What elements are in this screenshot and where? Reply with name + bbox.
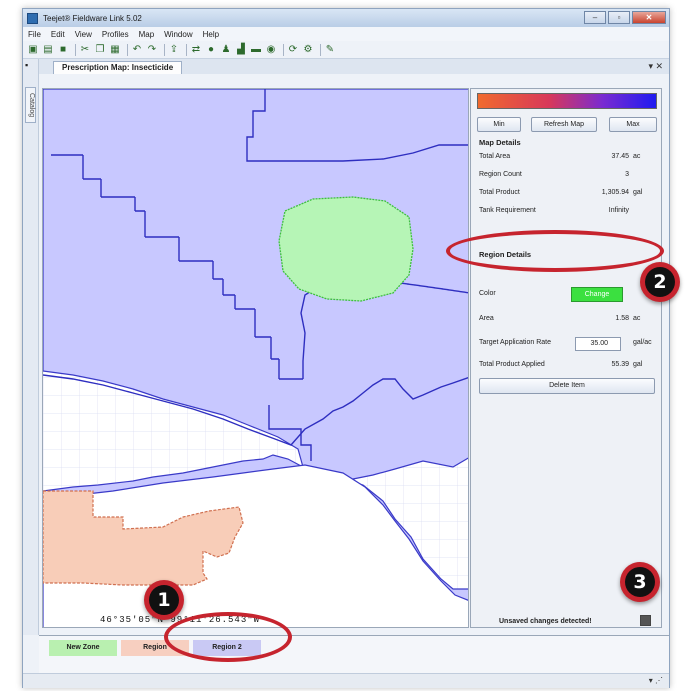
callout-ring-region-details — [446, 230, 664, 272]
row-label: Region Count — [479, 171, 522, 178]
row-tank-requirement: Tank Requirement Infinity — [479, 207, 655, 219]
row-label: Color — [479, 290, 496, 297]
callout-ring-region-2 — [164, 612, 292, 662]
row-label: Target Application Rate — [479, 339, 551, 346]
minimize-button[interactable]: – — [584, 11, 606, 24]
row-unit: gal — [633, 189, 643, 196]
menu-file[interactable]: File — [23, 30, 46, 39]
status-dropdown[interactable]: ▾ ⋰ — [649, 676, 663, 685]
row-value: 3 — [625, 171, 629, 178]
record-icon[interactable]: ◉ — [265, 44, 277, 56]
save-changes-icon[interactable] — [640, 615, 651, 626]
copy-icon[interactable]: ❐ — [94, 44, 106, 56]
chart-icon[interactable]: ▟ — [235, 44, 247, 56]
change-color-button[interactable]: Change — [571, 287, 623, 302]
toolbar-separator — [164, 43, 165, 56]
row-unit: ac — [633, 315, 641, 322]
delete-item-button[interactable]: Delete Item — [479, 378, 655, 394]
row-target-rate: Target Application Rate gal/ac — [479, 339, 655, 351]
catalog-icon[interactable]: ▪ — [25, 61, 36, 70]
details-panel: Min Refresh Map Max Map Details Total Ar… — [470, 88, 662, 628]
unsaved-changes-text: Unsaved changes detected! — [499, 618, 592, 625]
tab-prescription-map[interactable]: Prescription Map: Insecticide — [53, 61, 183, 74]
sync-icon[interactable]: ⟳ — [287, 44, 299, 56]
window-controls: – ▫ ✕ — [584, 11, 666, 24]
row-area: Area 1.58 ac — [479, 315, 655, 327]
export-icon[interactable]: ⇪ — [168, 44, 180, 56]
maximize-button[interactable]: ▫ — [608, 11, 630, 24]
title-bar: Teejet® Fieldware Link 5.02 – ▫ ✕ — [23, 9, 669, 27]
toolbar-separator — [186, 43, 187, 56]
menu-view[interactable]: View — [70, 30, 97, 39]
paste-icon[interactable]: ▦ — [109, 44, 121, 56]
refresh-map-button[interactable]: Refresh Map — [531, 117, 597, 132]
toolbar: ▣ ▤ ■ ✂ ❐ ▦ ↶ ↷ ⇪ ⇄ ● ♟ ▟ ▬ ◉ ⟳ ⚙ ✎ — [23, 41, 669, 59]
app-logo-icon — [27, 12, 38, 24]
callout-badge-1: 1 — [144, 580, 184, 620]
menu-map[interactable]: Map — [134, 30, 160, 39]
close-button[interactable]: ✕ — [632, 11, 666, 24]
open-icon[interactable]: ▤ — [42, 44, 54, 56]
zone-green-region[interactable] — [278, 196, 414, 302]
row-value: 1.58 — [615, 315, 629, 322]
menu-bar: File Edit View Profiles Map Window Help — [23, 27, 669, 41]
row-label: Total Product — [479, 189, 520, 196]
row-label: Area — [479, 315, 494, 322]
max-button[interactable]: Max — [609, 117, 657, 132]
row-unit: gal — [633, 361, 643, 368]
toolbar-separator — [75, 43, 76, 56]
row-unit: ac — [633, 153, 641, 160]
menu-window[interactable]: Window — [159, 30, 197, 39]
toolbar-separator — [320, 43, 321, 56]
row-total-product: Total Product 1,305.94 gal — [479, 189, 655, 201]
row-value: 1,305.94 — [601, 189, 629, 196]
target-rate-stepper[interactable]: 35.00 — [575, 337, 621, 351]
menu-profiles[interactable]: Profiles — [97, 30, 134, 39]
row-label: Total Area — [479, 153, 511, 160]
save-icon[interactable]: ■ — [57, 44, 69, 56]
callout-number: 3 — [625, 567, 655, 597]
toolbar-separator — [127, 43, 128, 56]
row-total-area: Total Area 37.45 ac — [479, 153, 655, 165]
row-value: 55.39 — [611, 361, 629, 368]
row-total-product-applied: Total Product Applied 55.39 gal — [479, 361, 655, 373]
catalog-tab[interactable]: Catalog — [25, 87, 36, 123]
zone-strip: New Zone Region Region 2 — [39, 635, 669, 673]
globe-icon[interactable]: ● — [205, 44, 217, 56]
row-unit: gal/ac — [633, 339, 652, 346]
row-color: Color — [479, 290, 655, 302]
new-icon[interactable]: ▣ — [27, 44, 39, 56]
car-icon[interactable]: ▬ — [250, 44, 262, 56]
row-label: Tank Requirement — [479, 207, 536, 214]
row-label: Total Product Applied — [479, 361, 545, 368]
callout-number: 2 — [645, 267, 675, 297]
status-bar: ▾ ⋰ — [23, 673, 669, 688]
callout-number: 1 — [149, 585, 179, 615]
min-button[interactable]: Min — [477, 117, 521, 132]
zone-new-zone[interactable]: New Zone — [49, 640, 117, 656]
map-details-heading: Map Details — [479, 138, 521, 147]
tab-controls[interactable]: ▾ ✕ — [648, 61, 663, 72]
menu-edit[interactable]: Edit — [46, 30, 70, 39]
pencil-icon[interactable]: ✎ — [324, 44, 336, 56]
redo-icon[interactable]: ↷ — [146, 44, 158, 56]
color-gradient-bar — [477, 93, 657, 109]
map-canvas[interactable] — [43, 89, 469, 628]
callout-badge-3: 3 — [620, 562, 660, 602]
row-value: 37.45 — [611, 153, 629, 160]
window-title: Teejet® Fieldware Link 5.02 — [43, 13, 142, 23]
import-icon[interactable]: ⇄ — [190, 44, 202, 56]
row-region-count: Region Count 3 — [479, 171, 655, 183]
menu-help[interactable]: Help — [198, 30, 224, 39]
user-icon[interactable]: ♟ — [220, 44, 232, 56]
callout-badge-2: 2 — [640, 262, 680, 302]
row-value: Infinity — [608, 207, 629, 214]
settings-icon[interactable]: ⚙ — [302, 44, 314, 56]
side-rail: ▪ Catalog — [23, 59, 39, 635]
toolbar-separator — [283, 43, 284, 56]
cut-icon[interactable]: ✂ — [79, 44, 91, 56]
prescription-map[interactable] — [42, 88, 469, 628]
undo-icon[interactable]: ↶ — [131, 44, 143, 56]
